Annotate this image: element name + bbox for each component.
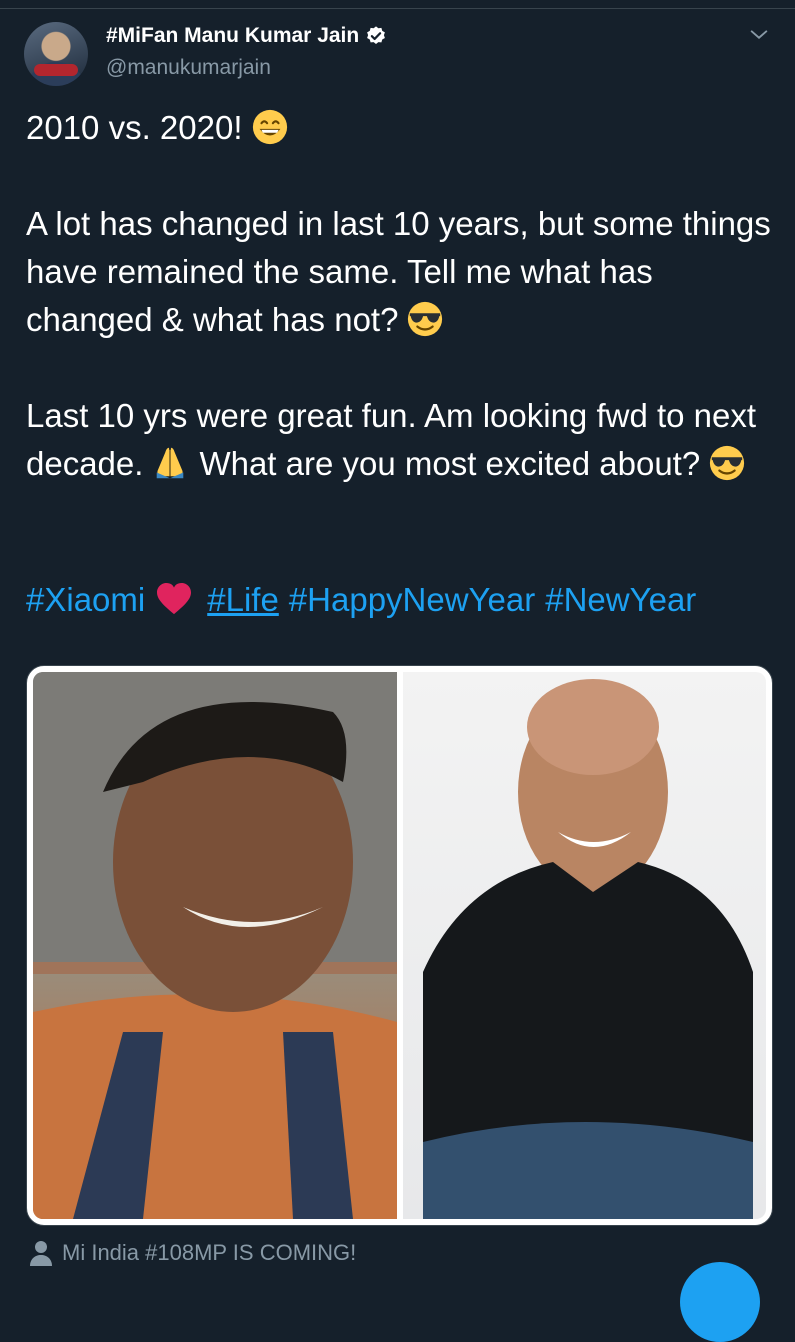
hashtag-row: #Xiaomi #Life #HappyNewYear #NewYear — [26, 576, 706, 624]
sunglasses-face-icon — [710, 445, 745, 481]
tweet-paragraph-3b: What are you most excited about? — [199, 445, 701, 482]
author-avatar[interactable] — [24, 22, 88, 86]
hashtag-xiaomi-link[interactable]: #Xiaomi — [26, 581, 145, 618]
community-footer-text: Mi India #108MP IS COMING! — [62, 1240, 357, 1265]
photo-2020[interactable] — [403, 672, 766, 1219]
boxing-gloves-icon — [34, 64, 78, 76]
verified-badge-icon — [367, 26, 386, 44]
folded-hands-icon — [157, 447, 184, 479]
person-photo-2010-icon — [33, 672, 397, 1219]
hashtag-newyear-link[interactable]: #NewYear — [545, 581, 696, 618]
person-icon — [30, 1241, 52, 1266]
compose-tweet-button[interactable] — [680, 1262, 760, 1342]
red-heart-icon — [157, 582, 192, 615]
grinning-face-icon — [252, 109, 287, 145]
chevron-down-icon[interactable] — [748, 24, 770, 46]
top-divider — [0, 0, 795, 9]
tweet-line-1: 2010 vs. 2020! — [26, 109, 243, 146]
photo-2010[interactable] — [33, 672, 397, 1219]
tweet-paragraph-2: A lot has changed in last 10 years, but … — [26, 205, 771, 338]
person-photo-2020-icon — [423, 679, 753, 1219]
hashtag-happynewyear-link[interactable]: #HappyNewYear — [289, 581, 535, 618]
sunglasses-face-icon — [408, 301, 443, 337]
community-footer[interactable]: Mi India #108MP IS COMING! — [30, 1240, 356, 1266]
author-display-name[interactable]: #MiFan Manu Kumar Jain — [106, 24, 359, 48]
tweet-text: 2010 vs. 2020! A lot has changed in last… — [26, 104, 771, 488]
hashtag-life-link[interactable]: #Life — [207, 581, 279, 618]
author-handle[interactable]: @manukumarjain — [106, 56, 271, 80]
author-name-row[interactable]: #MiFan Manu Kumar Jain — [106, 24, 387, 48]
tweet-media-card[interactable] — [26, 665, 773, 1226]
